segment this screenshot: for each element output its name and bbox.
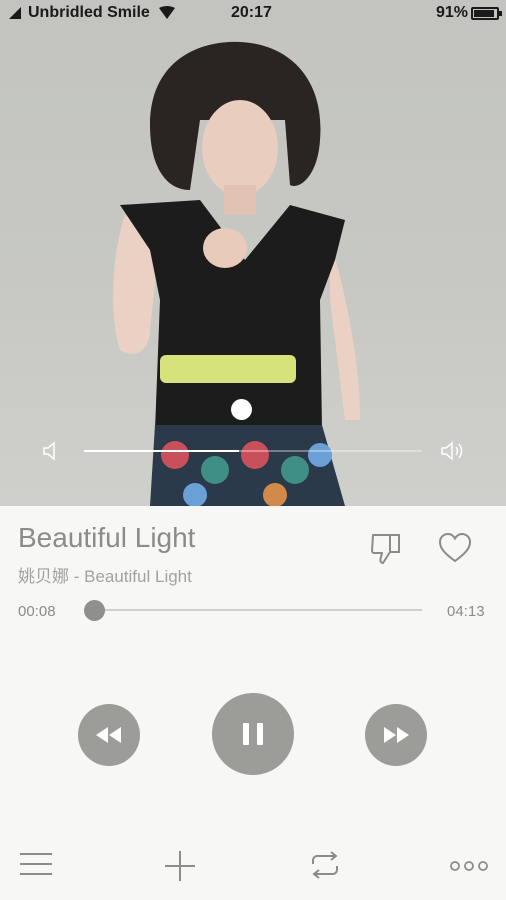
volume-fill [84,450,240,452]
battery-icon [471,7,502,20]
song-title: Beautiful Light [18,522,196,553]
fast-forward-icon [384,727,409,743]
pause-icon [243,723,263,745]
volume-control[interactable] [0,436,506,466]
thumbs-down-icon[interactable] [370,532,402,566]
volume-high-icon [441,441,463,461]
music-player-screen: Unbridled Smile 20:17 91% Beautiful Ligh… [0,0,506,900]
menu-icon[interactable] [19,850,53,878]
album-art: Unbridled Smile 20:17 91% [0,0,506,506]
progress-track[interactable] [94,609,422,611]
battery-percent: 91% [436,4,469,21]
volume-track[interactable] [84,450,422,452]
rewind-button[interactable] [78,704,140,766]
song-subtitle: 姚贝娜 - Beautiful Light [18,567,192,586]
total-time: 04:13 [447,603,485,620]
carrier-name: Unbridled Smile [28,4,150,21]
rewind-icon [96,727,121,743]
battery-fill [474,10,495,17]
elapsed-time: 00:08 [18,603,56,620]
plus-icon[interactable] [164,850,196,882]
album-art-photo [113,41,360,506]
repeat-icon[interactable] [307,850,343,880]
more-icon[interactable] [449,860,489,872]
fast-forward-button[interactable] [365,704,427,766]
volume-knob[interactable] [231,399,252,420]
volume-low-icon [43,441,55,461]
clock: 20:17 [231,4,272,21]
progress-thumb[interactable] [84,600,105,621]
signal-icon [9,7,21,19]
heart-icon[interactable] [438,532,472,564]
pause-button[interactable] [212,693,294,775]
wifi-icon [159,6,175,19]
status-bar: Unbridled Smile 20:17 91% [0,0,506,28]
